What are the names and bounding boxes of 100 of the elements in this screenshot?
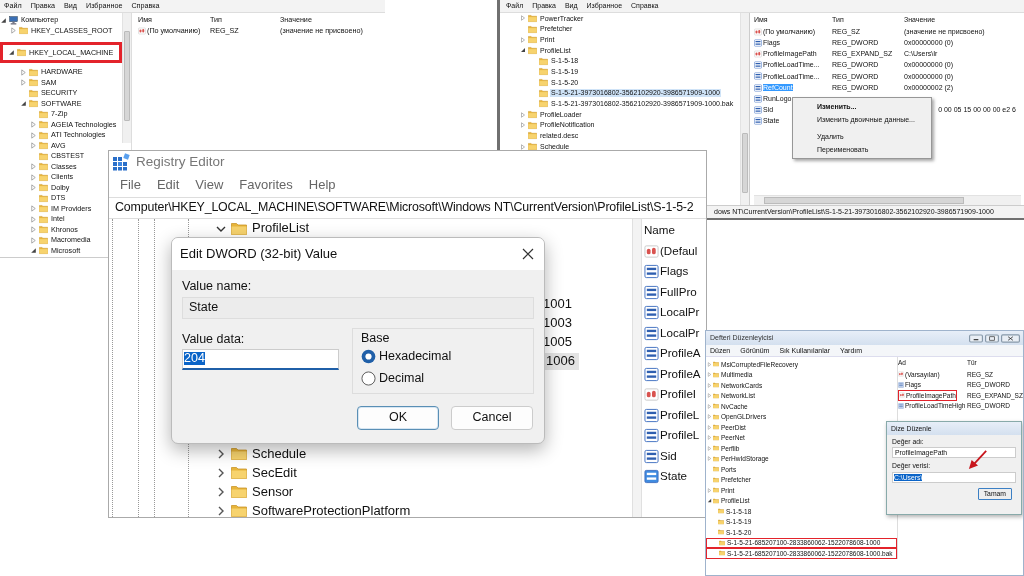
input-field[interactable]: State bbox=[182, 296, 534, 319]
folder-icon bbox=[39, 151, 48, 161]
input-field[interactable]: 204 bbox=[182, 348, 339, 370]
string-value-icon bbox=[898, 371, 904, 378]
value-name[interactable]: (Defaul bbox=[660, 244, 698, 258]
annotation-arrow bbox=[968, 450, 988, 470]
menu-item[interactable]: Help bbox=[300, 177, 344, 193]
value-name[interactable]: Flags bbox=[660, 265, 689, 279]
ok-button[interactable]: OK bbox=[357, 405, 439, 430]
folder-icon bbox=[528, 35, 537, 45]
menu-item[interactable]: View bbox=[187, 177, 232, 193]
radio-label[interactable]: Decimal bbox=[379, 371, 425, 386]
folder-icon bbox=[39, 225, 48, 235]
maximize-button[interactable] bbox=[985, 333, 999, 343]
folder-icon bbox=[39, 193, 48, 203]
folder-icon bbox=[539, 56, 548, 66]
folder-icon bbox=[528, 13, 537, 23]
folder-icon bbox=[713, 497, 719, 504]
menu-item[interactable]: File bbox=[112, 177, 149, 193]
value-name[interactable]: FullPro bbox=[660, 285, 697, 299]
folder-icon bbox=[713, 455, 719, 462]
value-name[interactable]: ProfileI bbox=[660, 388, 697, 402]
binary-value-icon bbox=[754, 38, 762, 47]
field-label: Value data: bbox=[182, 332, 246, 347]
collapse-arrow-icon[interactable] bbox=[8, 49, 15, 56]
radio-label[interactable]: Hexadecimal bbox=[379, 349, 452, 364]
folder-icon bbox=[29, 99, 38, 109]
value-name[interactable]: LocalPr bbox=[660, 326, 700, 340]
value-name[interactable]: ProfileL bbox=[660, 429, 700, 443]
folder-icon bbox=[231, 465, 247, 481]
field-label: Value name: bbox=[182, 280, 253, 294]
column-header[interactable]: Name bbox=[644, 223, 706, 237]
folder-icon bbox=[713, 371, 719, 378]
address-bar[interactable]: Computer\HKEY_LOCAL_MACHINE\SOFTWARE\Microsoft\Windows NT\CurrentVersion\ProfileList\S-1-5-2 bbox=[109, 197, 706, 219]
minimize-button[interactable] bbox=[969, 333, 983, 343]
menu-item[interactable]: Favorites bbox=[231, 177, 301, 193]
collapse-arrow-icon[interactable] bbox=[0, 16, 7, 24]
collapse-arrow-icon[interactable] bbox=[707, 498, 712, 504]
folder-icon bbox=[539, 67, 548, 77]
tree-item[interactable]: 1003 bbox=[542, 316, 573, 331]
folder-icon bbox=[539, 88, 548, 98]
folder-icon bbox=[718, 508, 724, 515]
collapse-arrow-icon[interactable] bbox=[520, 47, 526, 54]
folder-icon bbox=[39, 130, 48, 140]
folder-icon bbox=[528, 120, 537, 130]
folder-icon bbox=[39, 214, 48, 224]
tree-item[interactable]: Sensor bbox=[251, 484, 295, 500]
folder-icon bbox=[528, 24, 537, 34]
scrollbar[interactable] bbox=[754, 195, 1021, 205]
folder-icon bbox=[713, 476, 719, 483]
folder-icon bbox=[29, 88, 38, 98]
folder-icon bbox=[719, 539, 725, 546]
string-value-icon bbox=[754, 27, 762, 36]
folder-icon bbox=[528, 45, 537, 55]
folder-icon bbox=[39, 120, 48, 130]
window-title: Registry Editor bbox=[136, 154, 225, 170]
tree-item[interactable]: SecEdit bbox=[251, 465, 298, 481]
folder-icon bbox=[713, 445, 719, 452]
binary-value-icon bbox=[898, 402, 904, 409]
splitter[interactable] bbox=[632, 219, 642, 517]
value-name[interactable]: ProfileA bbox=[660, 367, 701, 381]
folder-icon bbox=[39, 141, 48, 151]
scrollbar[interactable] bbox=[740, 13, 749, 205]
tree-item[interactable]: 1001 bbox=[542, 297, 573, 312]
value-name[interactable]: LocalPr bbox=[660, 306, 700, 320]
folder-icon bbox=[539, 77, 548, 87]
radio-button[interactable] bbox=[361, 371, 376, 386]
close-button[interactable] bbox=[1001, 333, 1020, 343]
folder-icon bbox=[19, 26, 28, 36]
value-name[interactable]: ProfileA bbox=[660, 347, 701, 361]
dialog-title: Edit DWORD (32-bit) Value bbox=[180, 246, 338, 262]
collapse-arrow-icon[interactable] bbox=[30, 247, 37, 255]
tree-item[interactable]: ProfileList bbox=[251, 221, 311, 236]
value-name[interactable]: ProfileL bbox=[660, 408, 700, 422]
computer-icon bbox=[9, 15, 18, 25]
tree-item[interactable]: 1005 bbox=[542, 335, 573, 350]
folder-icon bbox=[528, 110, 537, 120]
folder-icon bbox=[39, 109, 48, 119]
radio-button[interactable] bbox=[361, 349, 376, 364]
tree-item[interactable]: SoftwareProtectionPlatform bbox=[251, 503, 412, 517]
folder-icon bbox=[17, 48, 26, 57]
cancel-button[interactable]: Cancel bbox=[451, 405, 533, 430]
group-label: Base bbox=[361, 331, 391, 346]
string-value-icon bbox=[899, 392, 905, 399]
folder-icon bbox=[713, 403, 719, 410]
value-name[interactable]: Sid bbox=[660, 449, 677, 463]
folder-icon bbox=[39, 204, 48, 214]
folder-icon bbox=[713, 413, 719, 420]
string-value-icon bbox=[138, 27, 146, 35]
value-name[interactable]: State bbox=[660, 470, 688, 484]
menu-item[interactable]: Edit bbox=[148, 177, 188, 193]
folder-icon bbox=[713, 392, 719, 399]
folder-icon bbox=[713, 434, 719, 441]
folder-icon bbox=[713, 382, 719, 389]
scrollbar[interactable] bbox=[122, 13, 131, 143]
folder-icon bbox=[719, 550, 725, 557]
collapse-arrow-icon[interactable] bbox=[20, 100, 27, 108]
folder-icon bbox=[29, 78, 38, 88]
close-icon[interactable] bbox=[522, 248, 534, 260]
tree-item[interactable]: Schedule bbox=[251, 446, 308, 462]
